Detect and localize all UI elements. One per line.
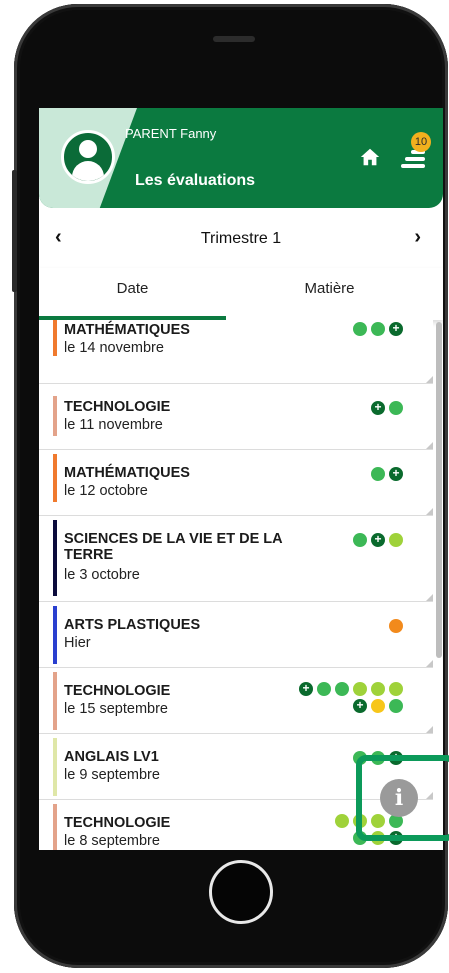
list-item[interactable]: SCIENCES DE LA VIE ET DE LA TERRE le 3 o…: [39, 516, 433, 602]
subject-color-bar: [53, 738, 57, 796]
grade-dot: [335, 814, 349, 828]
app-screen: PARENT Fanny Les évaluations 10 ‹ Trimes…: [39, 108, 443, 850]
grade-dot: [389, 619, 403, 633]
subject-name: SCIENCES DE LA VIE ET DE LA TERRE: [64, 531, 283, 563]
home-icon[interactable]: [359, 146, 381, 168]
list-item[interactable]: TECHNOLOGIE le 15 septembre + +: [39, 668, 433, 734]
subject-color-bar: [53, 606, 57, 664]
subject-name: MATHÉMATIQUES: [64, 465, 190, 481]
subject-name: TECHNOLOGIE: [64, 399, 171, 415]
evaluation-date: le 15 septembre: [64, 701, 168, 717]
grade-dot: +: [371, 401, 385, 415]
tab-date[interactable]: Date: [39, 280, 226, 297]
list-item[interactable]: MATHÉMATIQUES le 12 octobre +: [39, 450, 433, 516]
grade-dot: [389, 699, 403, 713]
grade-dot: [353, 533, 367, 547]
list-scrollbar[interactable]: [436, 322, 442, 658]
evaluation-date: Hier: [64, 635, 91, 651]
phone-home-button[interactable]: [209, 860, 273, 924]
grade-dot: +: [299, 682, 313, 696]
grade-dot: [371, 682, 385, 696]
evaluation-date: le 12 octobre: [64, 483, 148, 499]
grade-dot: [353, 322, 367, 336]
subject-name: MATHÉMATIQUES: [64, 322, 190, 338]
highlight-frame: [356, 755, 449, 841]
evaluation-date: le 3 octobre: [64, 567, 140, 583]
avatar-head: [79, 140, 97, 158]
grade-dot: [353, 682, 367, 696]
app-header: PARENT Fanny Les évaluations 10: [39, 108, 443, 208]
list-item[interactable]: TECHNOLOGIE le 11 novembre +: [39, 384, 433, 450]
tab-matiere[interactable]: Matière: [236, 280, 423, 297]
corner-marker: [426, 594, 433, 601]
subject-color-bar: [53, 672, 57, 730]
phone-side-button: [12, 170, 17, 292]
list-item[interactable]: MATHÉMATIQUES le 14 novembre +: [39, 320, 433, 384]
subject-color-bar: [53, 520, 57, 596]
grade-dot: [389, 533, 403, 547]
page-title: Les évaluations: [135, 172, 256, 189]
corner-marker: [426, 442, 433, 449]
subject-color-bar: [53, 454, 57, 502]
corner-marker: [426, 376, 433, 383]
grade-dot: [371, 322, 385, 336]
parent-name: PARENT Fanny: [125, 126, 217, 141]
subject-color-bar: [53, 320, 57, 356]
subject-name: ARTS PLASTIQUES: [64, 617, 201, 633]
evaluation-date: le 9 septembre: [64, 767, 160, 783]
evaluation-date: le 11 novembre: [64, 417, 163, 433]
corner-marker: [426, 508, 433, 515]
corner-marker: [426, 726, 433, 733]
subject-color-bar: [53, 804, 57, 850]
subject-name: TECHNOLOGIE: [64, 683, 171, 699]
period-selector: ‹ Trimestre 1 ›: [39, 220, 443, 258]
evaluation-date: le 14 novembre: [64, 340, 164, 356]
phone-speaker: [213, 36, 255, 42]
avatar-body: [72, 161, 104, 181]
evaluation-date: le 8 septembre: [64, 833, 160, 849]
grade-dot: [317, 682, 331, 696]
grade-dot: [371, 699, 385, 713]
corner-marker: [426, 660, 433, 667]
avatar[interactable]: [61, 130, 115, 184]
chevron-right-icon[interactable]: ›: [414, 226, 421, 249]
period-title: Trimestre 1: [200, 230, 282, 247]
grade-dot: +: [389, 467, 403, 481]
subject-color-bar: [53, 396, 57, 436]
grade-dot: +: [371, 533, 385, 547]
subject-name: ANGLAIS LV1: [64, 749, 159, 765]
grade-dot: +: [353, 699, 367, 713]
notification-badge: 10: [411, 132, 431, 152]
tab-bar: Date Matière: [39, 268, 443, 320]
grade-dot: [389, 401, 403, 415]
grade-dot: [389, 682, 403, 696]
list-item[interactable]: ARTS PLASTIQUES Hier: [39, 602, 433, 668]
grade-dot: [371, 467, 385, 481]
grade-dot: [335, 682, 349, 696]
grade-dot: +: [389, 322, 403, 336]
subject-name: TECHNOLOGIE: [64, 815, 171, 831]
